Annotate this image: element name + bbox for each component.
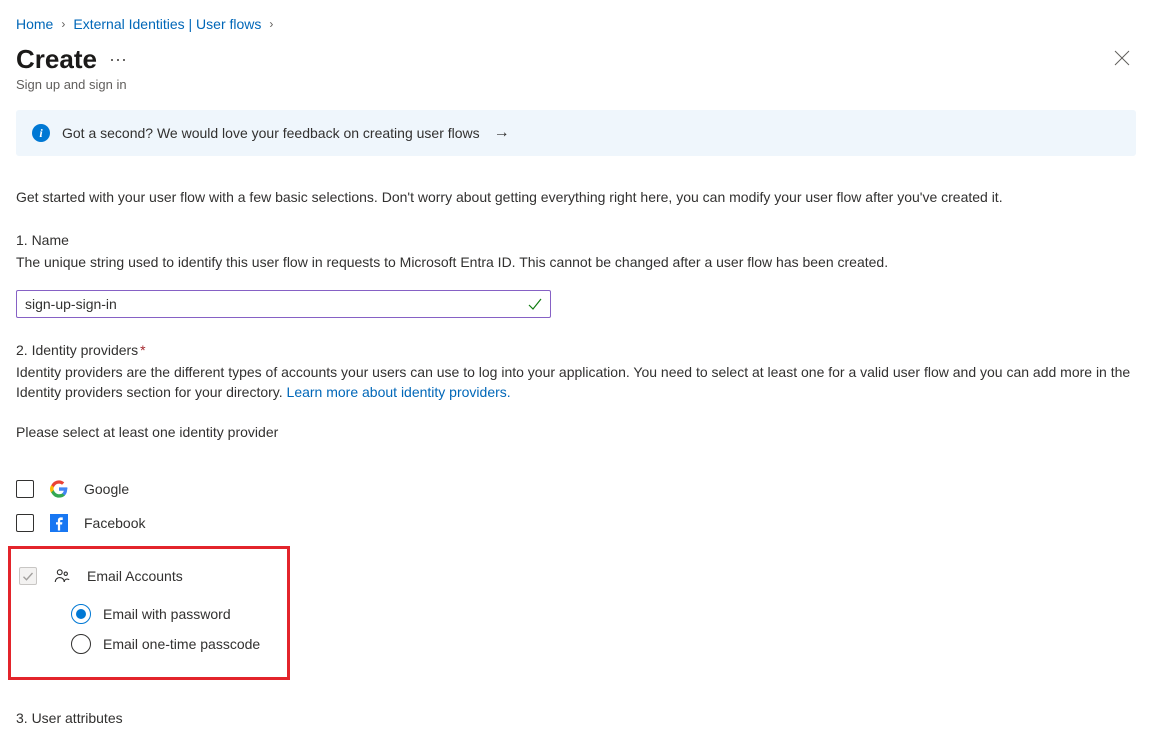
email-otp-label: Email one-time passcode: [103, 636, 260, 652]
breadcrumb-external-identities[interactable]: External Identities | User flows: [73, 16, 261, 32]
section-1-desc: The unique string used to identify this …: [16, 252, 1136, 272]
chevron-right-icon: ›: [61, 17, 65, 31]
email-label: Email Accounts: [87, 568, 183, 584]
google-icon: [50, 480, 68, 498]
info-icon: i: [32, 124, 50, 142]
page-subtitle: Sign up and sign in: [16, 77, 128, 92]
section-3-label: 3. User attributes: [16, 710, 1136, 726]
radio-selected: [71, 604, 91, 624]
facebook-label: Facebook: [84, 515, 145, 531]
people-icon: [53, 567, 71, 585]
identity-providers-list: Google Facebook Email Acc: [16, 472, 1136, 680]
radio-unselected: [71, 634, 91, 654]
facebook-icon: [50, 514, 68, 532]
email-otp-option[interactable]: Email one-time passcode: [71, 629, 287, 659]
email-checkbox: [19, 567, 37, 585]
chevron-right-icon: ›: [269, 17, 273, 31]
email-password-label: Email with password: [103, 606, 231, 622]
google-label: Google: [84, 481, 129, 497]
more-icon[interactable]: ⋯: [109, 51, 128, 69]
close-icon: [1114, 50, 1130, 66]
breadcrumb-home[interactable]: Home: [16, 16, 53, 32]
page-title: Create: [16, 44, 97, 75]
select-one-text: Please select at least one identity prov…: [16, 424, 1136, 440]
provider-row-email: Email Accounts: [19, 559, 287, 593]
provider-row-google: Google: [16, 472, 1136, 506]
required-asterisk: *: [140, 342, 145, 358]
section-1-label: 1. Name: [16, 232, 1136, 248]
provider-row-facebook: Facebook: [16, 506, 1136, 540]
section-2-label: 2. Identity providers*: [16, 342, 1136, 358]
learn-more-link[interactable]: Learn more about identity providers.: [287, 384, 511, 400]
facebook-checkbox[interactable]: [16, 514, 34, 532]
google-checkbox[interactable]: [16, 480, 34, 498]
email-accounts-highlight: Email Accounts Email with password Email…: [8, 546, 290, 680]
section-2-desc: Identity providers are the different typ…: [16, 362, 1136, 403]
intro-text: Get started with your user flow with a f…: [16, 188, 1136, 208]
email-radio-group: Email with password Email one-time passc…: [71, 599, 287, 659]
email-password-option[interactable]: Email with password: [71, 599, 287, 629]
close-button[interactable]: [1108, 44, 1136, 75]
breadcrumb: Home › External Identities | User flows …: [16, 16, 1136, 32]
feedback-text: Got a second? We would love your feedbac…: [62, 125, 480, 141]
checkmark-icon: [527, 296, 543, 312]
feedback-banner[interactable]: i Got a second? We would love your feedb…: [16, 110, 1136, 156]
name-input[interactable]: [16, 290, 551, 318]
arrow-right-icon: →: [494, 124, 510, 142]
